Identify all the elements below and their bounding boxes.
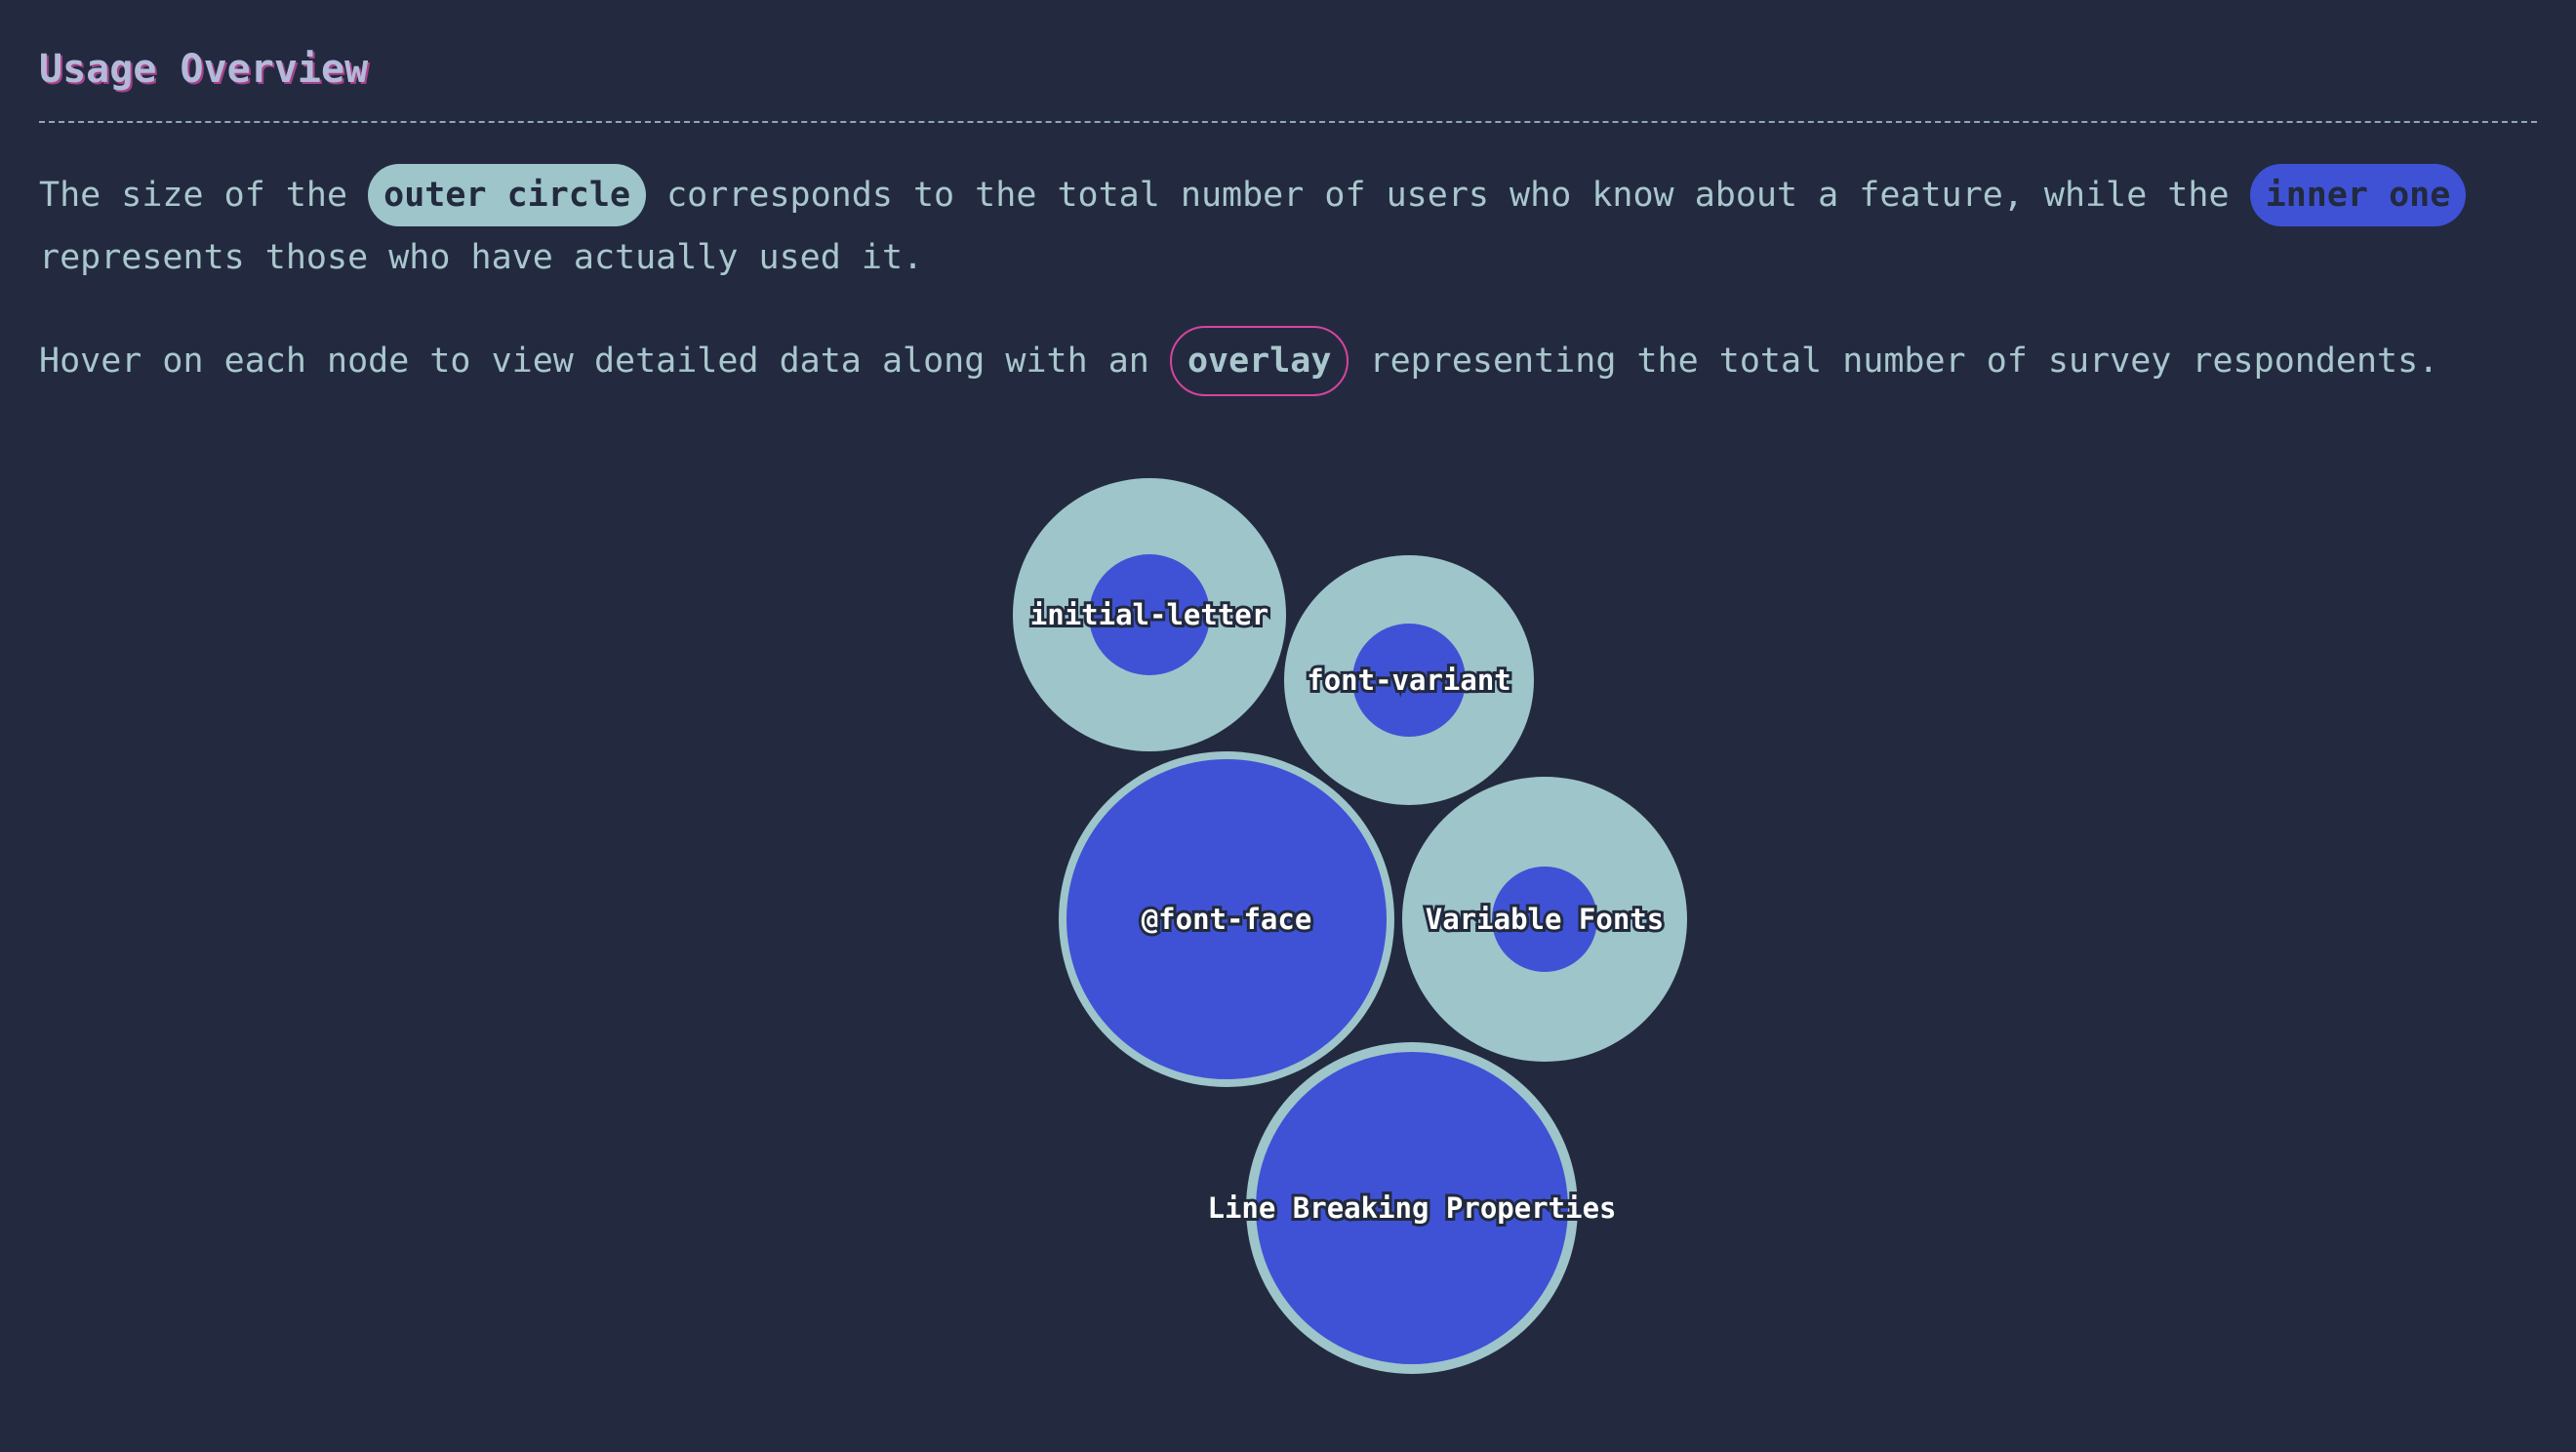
bubble-label: Variable Fonts	[1426, 903, 1664, 936]
bubble-label: initial-letter	[1030, 598, 1268, 631]
bubble-node[interactable]: Line Breaking Properties	[1204, 1042, 1620, 1374]
bubble-node[interactable]: font-variant	[1284, 555, 1534, 805]
bubble-label: Line Breaking Properties	[1207, 1191, 1616, 1225]
bubble-chart: initial-letter font-variant @font-face Vari…	[1013, 478, 1687, 1374]
bubble-label: @font-face	[1142, 903, 1312, 936]
bubble-node[interactable]: Variable Fonts	[1402, 777, 1687, 1062]
bubble-node[interactable]: @font-face	[1059, 751, 1394, 1087]
bubble-label: font-variant	[1307, 664, 1511, 697]
bubble-node[interactable]: initial-letter	[1013, 478, 1286, 751]
